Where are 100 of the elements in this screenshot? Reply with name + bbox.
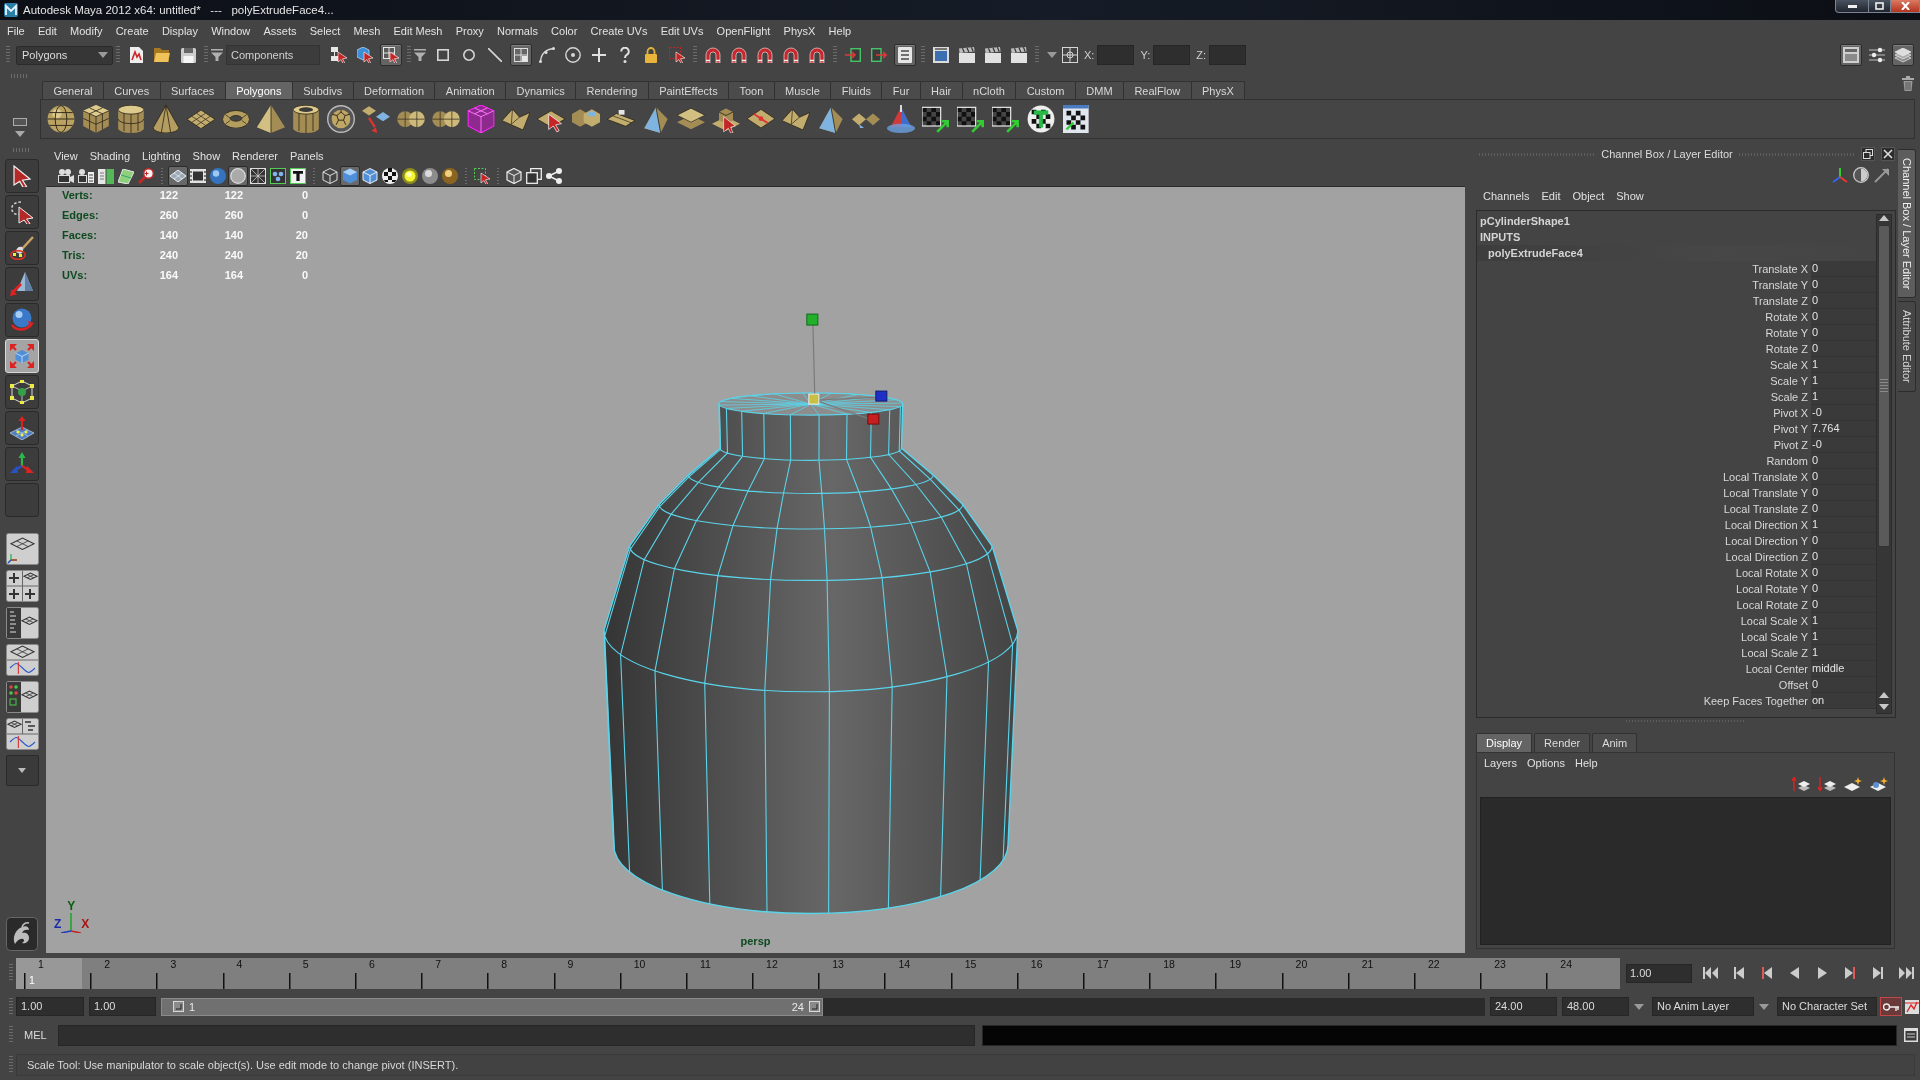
scrollbar-track[interactable] (1876, 214, 1892, 714)
shelf-tab[interactable]: Toon (728, 81, 775, 99)
menu-item[interactable]: Display (155, 25, 205, 37)
faceted-ball-icon[interactable] (327, 105, 355, 133)
tab-bar-icon[interactable] (13, 118, 27, 126)
trash-icon[interactable] (1902, 76, 1914, 91)
magnet-icon[interactable] (783, 47, 799, 63)
shelf-tab[interactable]: nCloth (961, 81, 1017, 99)
channel-value-field[interactable]: 1 (1811, 389, 1876, 405)
shelf-tab[interactable]: DMM (1074, 81, 1124, 99)
channel-name[interactable]: Scale X (1477, 357, 1808, 373)
channel-value-field[interactable]: 1 (1811, 613, 1876, 629)
channel-menu-item[interactable]: Channels (1477, 190, 1536, 202)
caret-up-icon[interactable] (1879, 692, 1889, 698)
stack-down-arrow-icon[interactable] (1818, 777, 1836, 791)
menu-item[interactable]: Window (204, 25, 257, 37)
channel-name[interactable]: Local Rotate Y (1477, 581, 1808, 597)
menu-item[interactable]: Edit (31, 25, 64, 37)
scale-manipulator[interactable] (806, 313, 888, 425)
four-views-icon[interactable] (5, 570, 39, 602)
toggle-button[interactable] (354, 44, 376, 66)
dots-and-grid-icon[interactable] (5, 681, 39, 713)
tool-button[interactable] (5, 267, 39, 301)
view-toggle-button[interactable] (96, 166, 116, 186)
caret-down-icon[interactable] (1047, 52, 1057, 58)
channel-value-field[interactable]: -0 (1811, 405, 1876, 421)
tiles-arrow-icon[interactable] (362, 105, 390, 133)
range-slider[interactable]: 1 24 (161, 997, 823, 1016)
view-toggle-button[interactable] (248, 166, 268, 186)
toggle-button[interactable] (666, 44, 688, 66)
channel-value-field[interactable]: 7.764 (1811, 421, 1876, 437)
minimize-button[interactable] (1835, 0, 1869, 13)
view-toggle-button[interactable] (400, 166, 420, 186)
panel-menu-item[interactable]: Renderer (226, 150, 284, 162)
cone-arrows-icon[interactable] (887, 105, 915, 133)
panel-menu-item[interactable]: Lighting (136, 150, 187, 162)
channel-menu-item[interactable]: Show (1610, 190, 1650, 202)
view-toggle-button[interactable] (340, 166, 360, 186)
menu-item[interactable]: Proxy (449, 25, 491, 37)
checker-arrow-icon[interactable] (922, 105, 950, 133)
magnet-icon[interactable] (705, 47, 721, 63)
channel-name[interactable]: Local Center (1477, 661, 1808, 677)
toggle-button[interactable] (1892, 44, 1914, 66)
view-toggle-button[interactable] (440, 166, 460, 186)
float-button[interactable] (1861, 147, 1875, 161)
channel-value-field[interactable]: 0 (1811, 501, 1876, 517)
two-spheres-icon[interactable] (397, 110, 425, 128)
channel-menu-item[interactable]: Edit (1535, 190, 1567, 202)
view-toggle-button[interactable] (116, 166, 136, 186)
layout-menu-button[interactable] (5, 755, 39, 786)
wire-cube-icon[interactable] (467, 105, 495, 133)
channel-value-field[interactable]: 0 (1811, 581, 1876, 597)
range-handle-icon[interactable] (809, 1001, 820, 1012)
channel-value-field[interactable]: 0 (1811, 453, 1876, 469)
channel-name[interactable]: Pivot Y (1477, 421, 1808, 437)
coordinate-field[interactable] (1153, 45, 1191, 65)
time-slider[interactable]: 1 1 2 3 4 5 6 7 8 9 10 11 12 13 14 15 16 17 18 19 20 21 22 23 24 (16, 957, 1620, 989)
end-time-field[interactable]: 48.00 (1562, 997, 1629, 1016)
playback-end-field[interactable]: 24.00 (1490, 997, 1557, 1016)
script-language-toggle[interactable]: MEL (16, 1029, 58, 1041)
menu-item[interactable]: Select (303, 25, 347, 37)
anim-layer-field[interactable]: No Anim Layer (1652, 997, 1754, 1016)
layer-tab[interactable]: Anim (1592, 733, 1638, 752)
grid-plane-icon[interactable] (187, 109, 215, 129)
panel-menu-item[interactable]: View (48, 150, 84, 162)
cube-icon[interactable] (82, 105, 110, 133)
menu-item[interactable]: Modify (63, 25, 110, 37)
grid-and-graph-icon[interactable] (5, 644, 39, 676)
channel-name[interactable]: Local Translate Z (1477, 501, 1808, 517)
channel-name[interactable]: Local Scale Z (1477, 645, 1808, 661)
layer-tab[interactable]: Display (1476, 733, 1533, 752)
command-input-field[interactable] (58, 1024, 975, 1046)
view-toggle-button[interactable] (168, 166, 188, 186)
window-lines-icon[interactable] (1904, 1028, 1918, 1042)
layer-menu-item[interactable]: Help (1569, 757, 1603, 769)
viewport-canvas[interactable]: Verts: 122 122 0 Edges: 260 260 0 Faces: 140 140 20 Tris: 240 240 20 UVs: 164 164 0 Y Z X persp (46, 186, 1465, 953)
channel-value-field[interactable]: 0 (1811, 677, 1876, 693)
channel-value-field[interactable]: 0 (1811, 565, 1876, 581)
channel-value-field[interactable]: 0 (1811, 325, 1876, 341)
toggle-button[interactable] (510, 44, 532, 66)
view-toggle-button[interactable] (380, 166, 400, 186)
view-toggle-button[interactable] (320, 166, 340, 186)
drag-handle[interactable] (693, 46, 697, 64)
panel-menu-item[interactable]: Show (186, 150, 227, 162)
stack-up-arrow-icon[interactable] (1792, 777, 1810, 791)
menu-item[interactable]: PhysX (777, 25, 822, 37)
drag-handle[interactable] (1035, 46, 1039, 64)
drag-handle[interactable] (407, 46, 411, 64)
shelf-tab[interactable]: General (42, 81, 104, 99)
channel-value-field[interactable]: 1 (1811, 373, 1876, 389)
view-toggle-button[interactable] (228, 166, 248, 186)
channel-value-field[interactable]: -0 (1811, 437, 1876, 453)
channel-name[interactable]: Pivot X (1477, 405, 1808, 421)
magnet-icon[interactable] (731, 47, 747, 63)
channel-name[interactable]: Translate Z (1477, 293, 1808, 309)
magnet-icon[interactable] (809, 47, 825, 63)
caret-up-icon[interactable] (1879, 215, 1889, 221)
menu-item[interactable]: Help (822, 25, 858, 37)
channel-value-field[interactable]: 0 (1811, 469, 1876, 485)
pipe-icon[interactable] (292, 105, 320, 133)
